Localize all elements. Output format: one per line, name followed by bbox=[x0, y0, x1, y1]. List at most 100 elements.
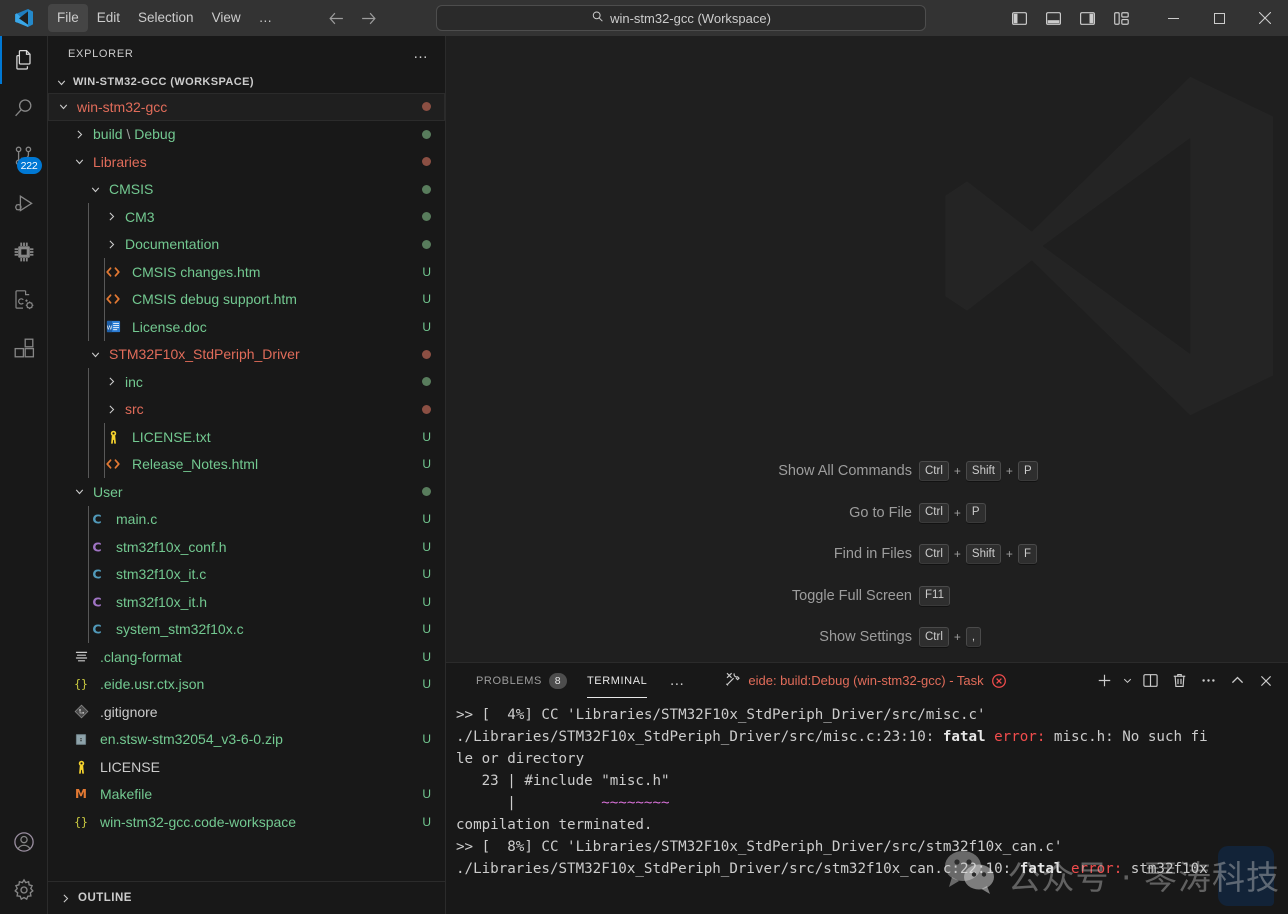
panel-more-tabs-icon[interactable]: … bbox=[657, 672, 697, 689]
tree-file-row[interactable]: Cmain.c U bbox=[48, 505, 445, 533]
terminal-squiggle: ~~~~~~~~ bbox=[601, 795, 670, 811]
activity-item-embedded-ide[interactable] bbox=[0, 228, 48, 276]
tree-folder-row[interactable]: Documentation bbox=[48, 230, 445, 258]
close-panel-icon[interactable] bbox=[1252, 667, 1280, 695]
tree-file-row[interactable]: LICENSE bbox=[48, 753, 445, 781]
tree-file-row[interactable]: M Makefile U bbox=[48, 781, 445, 809]
tree-file-row[interactable]: W License.doc U bbox=[48, 313, 445, 341]
terminal-instance-tab[interactable]: eide: build:Debug (win-stm32-gcc) - Task bbox=[725, 671, 1006, 690]
tree-file-row[interactable]: Csystem_stm32f10x.c U bbox=[48, 615, 445, 643]
keybinding-row[interactable]: Show All Commands Ctrl + Shift + P bbox=[778, 461, 1049, 481]
tree-file-row[interactable]: .clang-format U bbox=[48, 643, 445, 671]
chevron-down-icon[interactable] bbox=[86, 348, 104, 361]
tree-item-label: en.stsw-stm32054_v3-6-0.zip bbox=[100, 731, 283, 748]
svg-text:{}: {} bbox=[74, 677, 88, 691]
keybinding-row[interactable]: Show Settings Ctrl +, bbox=[778, 627, 1049, 647]
activity-item-extensions[interactable] bbox=[0, 324, 48, 372]
layout-buttons bbox=[1004, 5, 1150, 31]
tree-file-row[interactable]: {} .eide.usr.ctx.json U bbox=[48, 671, 445, 699]
nav-buttons bbox=[323, 5, 381, 31]
activity-item-explorer[interactable] bbox=[0, 36, 48, 84]
vscode-logo-watermark bbox=[861, 66, 1288, 431]
keybinding-row[interactable]: Toggle Full Screen F11 bbox=[778, 585, 1049, 606]
h-icon: C bbox=[86, 594, 108, 610]
new-terminal-icon[interactable] bbox=[1090, 667, 1118, 695]
chevron-right-icon[interactable] bbox=[102, 210, 120, 223]
status-dot bbox=[422, 404, 431, 414]
arrow-right-icon[interactable] bbox=[355, 5, 381, 31]
keybinding-row[interactable]: Go to File Ctrl + P bbox=[778, 502, 1049, 523]
menu-selection[interactable]: Selection bbox=[129, 4, 203, 32]
tree-file-row[interactable]: .gitignore bbox=[48, 698, 445, 726]
maximize-button[interactable] bbox=[1196, 0, 1242, 36]
chevron-right-icon[interactable] bbox=[70, 128, 88, 141]
arrow-left-icon[interactable] bbox=[323, 5, 349, 31]
chevron-down-icon[interactable] bbox=[86, 183, 104, 196]
menu-edit[interactable]: Edit bbox=[88, 4, 129, 32]
chevron-right-icon[interactable] bbox=[102, 375, 120, 388]
menu-file[interactable]: File bbox=[48, 4, 88, 32]
menu-view[interactable]: View bbox=[203, 4, 250, 32]
terminal-dropdown-icon[interactable] bbox=[1119, 667, 1135, 695]
keybinding-keys: Ctrl + Shift + F bbox=[919, 544, 1049, 564]
command-center[interactable]: win-stm32-gcc (Workspace) bbox=[436, 5, 926, 31]
tree-file-row[interactable]: LICENSE.txt U bbox=[48, 423, 445, 451]
tree-folder-row[interactable]: build \ Debug bbox=[48, 121, 445, 149]
tree-file-row[interactable]: CMSIS changes.htm U bbox=[48, 258, 445, 286]
tree-file-row[interactable]: Release_Notes.html U bbox=[48, 450, 445, 478]
workspace-section-header[interactable]: WIN-STM32-GCC (WORKSPACE) bbox=[48, 71, 445, 93]
menu-more[interactable]: … bbox=[250, 4, 282, 32]
svg-text:M: M bbox=[75, 787, 87, 801]
toggle-primary-sidebar-icon[interactable] bbox=[1004, 5, 1034, 31]
toggle-secondary-sidebar-icon[interactable] bbox=[1072, 5, 1102, 31]
close-button[interactable] bbox=[1242, 0, 1288, 36]
chevron-down-icon[interactable] bbox=[70, 155, 88, 168]
file-tree[interactable]: win-stm32-gcc build \ Debug Libraries CMSIS… bbox=[48, 93, 445, 881]
toggle-panel-icon[interactable] bbox=[1038, 5, 1068, 31]
tree-item-label: Makefile bbox=[100, 786, 153, 803]
command-center-text: win-stm32-gcc (Workspace) bbox=[610, 10, 771, 26]
tree-folder-row[interactable]: inc bbox=[48, 368, 445, 396]
keybinding-row[interactable]: Find in Files Ctrl + Shift + F bbox=[778, 544, 1049, 564]
keybinding-key: Ctrl bbox=[919, 544, 949, 564]
tree-folder-row[interactable]: STM32F10x_StdPeriph_Driver bbox=[48, 341, 445, 369]
tree-file-row[interactable]: en.stsw-stm32054_v3-6-0.zip U bbox=[48, 726, 445, 754]
tree-file-row[interactable]: Cstm32f10x_it.c U bbox=[48, 560, 445, 588]
terminal-text: >> [ 8%] CC 'Libraries/STM32F10x_StdPeri… bbox=[456, 839, 1063, 855]
tree-file-row[interactable]: {} win-stm32-gcc.code-workspace U bbox=[48, 808, 445, 836]
indent-guide bbox=[104, 423, 105, 451]
terminal-output[interactable]: >> [ 4%] CC 'Libraries/STM32F10x_StdPeri… bbox=[446, 698, 1288, 914]
chevron-right-icon[interactable] bbox=[102, 403, 120, 416]
activity-item-manage[interactable] bbox=[0, 866, 48, 914]
tree-folder-row[interactable]: Libraries bbox=[48, 148, 445, 176]
tree-file-row[interactable]: Cstm32f10x_it.h U bbox=[48, 588, 445, 616]
tree-folder-row[interactable]: win-stm32-gcc bbox=[48, 93, 445, 121]
activity-item-search[interactable] bbox=[0, 84, 48, 132]
git-decoration: U bbox=[422, 319, 431, 334]
customize-layout-icon[interactable] bbox=[1106, 5, 1136, 31]
chevron-down-icon[interactable] bbox=[70, 485, 88, 498]
kill-terminal-icon[interactable] bbox=[1165, 667, 1193, 695]
activity-item-source-control[interactable]: 222 bbox=[0, 132, 48, 180]
tree-file-row[interactable]: Cstm32f10x_conf.h U bbox=[48, 533, 445, 561]
tree-folder-row[interactable]: CM3 bbox=[48, 203, 445, 231]
tab-terminal[interactable]: TERMINAL bbox=[577, 663, 657, 698]
panel-more-icon[interactable] bbox=[1194, 667, 1222, 695]
activity-bar: 222 bbox=[0, 36, 48, 914]
tree-folder-row[interactable]: User bbox=[48, 478, 445, 506]
git-decoration: U bbox=[422, 457, 431, 472]
activity-item-cpp-config[interactable] bbox=[0, 276, 48, 324]
maximize-panel-icon[interactable] bbox=[1223, 667, 1251, 695]
sidebar-more-actions-icon[interactable]: … bbox=[405, 45, 437, 62]
activity-item-run-and-debug[interactable] bbox=[0, 180, 48, 228]
chevron-right-icon[interactable] bbox=[102, 238, 120, 251]
activity-item-accounts[interactable] bbox=[0, 818, 48, 866]
tab-problems[interactable]: PROBLEMS 8 bbox=[466, 663, 577, 698]
outline-section-header[interactable]: OUTLINE bbox=[48, 881, 445, 914]
minimize-button[interactable] bbox=[1150, 0, 1196, 36]
split-terminal-icon[interactable] bbox=[1136, 667, 1164, 695]
tree-folder-row[interactable]: CMSIS bbox=[48, 176, 445, 204]
tree-folder-row[interactable]: src bbox=[48, 395, 445, 423]
tree-file-row[interactable]: CMSIS debug support.htm U bbox=[48, 285, 445, 313]
chevron-down-icon[interactable] bbox=[54, 100, 72, 113]
